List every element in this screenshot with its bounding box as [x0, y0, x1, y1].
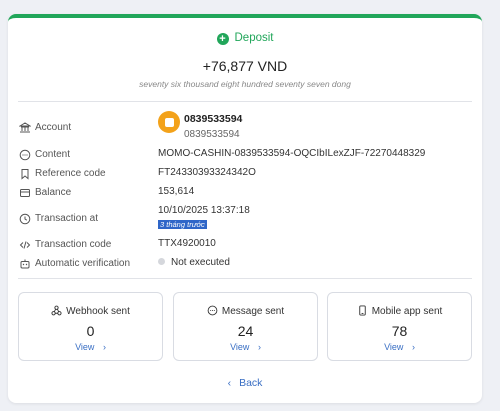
code-icon — [18, 238, 31, 251]
chat-icon — [18, 148, 31, 161]
chevron-left-icon: ‹ — [227, 377, 232, 389]
mobile-app-sent-card: Mobile app sent 78 View › — [327, 292, 472, 361]
robot-icon — [18, 257, 31, 270]
content-value: MOMO-CASHIN-0839533594-OQCIbILexZJF-7227… — [158, 148, 426, 159]
webhook-view-link[interactable]: View › — [19, 342, 162, 352]
divider — [18, 101, 472, 102]
back-label: Back — [239, 377, 263, 389]
webhook-sent-card: Webhook sent 0 View › — [18, 292, 163, 361]
chevron-right-icon: › — [257, 342, 261, 352]
row-content: Content MOMO-CASHIN-0839533594-OQCIbILex… — [18, 148, 472, 162]
deposit-amount: +76,877 VND — [202, 58, 288, 74]
transaction-at-value: 10/10/2025 13:37:18 — [158, 205, 250, 216]
message-sent-count: 24 — [237, 323, 254, 339]
balance-label: Balance — [35, 187, 72, 198]
deposit-title: Deposit — [234, 32, 274, 44]
row-transaction-code: Transaction code TTX4920010 — [18, 238, 472, 252]
transaction-at-label: Transaction at — [35, 213, 98, 224]
row-balance: Balance 153,614 — [18, 186, 472, 200]
verification-label: Automatic verification — [35, 258, 131, 269]
mobile-phone-icon — [358, 305, 366, 316]
mobile-app-view-link[interactable]: View › — [328, 342, 471, 352]
bank-icon — [18, 121, 31, 134]
message-sent-card: Message sent 24 View › — [173, 292, 318, 361]
chevron-right-icon: › — [102, 342, 106, 352]
bookmark-icon — [18, 167, 31, 180]
mobile-app-sent-count: 78 — [391, 323, 408, 339]
divider — [18, 278, 472, 279]
account-label: Account — [35, 122, 72, 133]
content-label: Content — [35, 149, 71, 160]
mobile-app-sent-title: Mobile app sent — [371, 306, 443, 317]
back-button[interactable]: ‹ Back — [8, 377, 482, 389]
clock-icon — [18, 212, 31, 225]
transaction-code-value: TTX4920010 — [158, 238, 216, 249]
reference-value: FT24330393324342O — [158, 167, 256, 178]
row-account: Account 0839533594 0839533594 — [18, 111, 472, 143]
status-dot — [158, 258, 165, 265]
deposit-card: + Deposit +76,877 VND seventy six thousan… — [8, 14, 482, 403]
message-view-link[interactable]: View › — [174, 342, 317, 352]
verification-status: Not executed — [158, 257, 230, 268]
account-name: 0839533594 — [184, 113, 243, 125]
webhook-sent-count: 0 — [86, 323, 95, 339]
bank-logo — [158, 111, 180, 133]
deposit-header: + Deposit — [8, 32, 482, 45]
reference-label: Reference code — [35, 168, 106, 179]
webhook-icon — [51, 305, 62, 316]
wallet-icon — [18, 186, 31, 199]
transaction-code-label: Transaction code — [35, 239, 112, 250]
chevron-right-icon: › — [411, 342, 415, 352]
balance-value: 153,614 — [158, 186, 195, 197]
row-reference: Reference code FT24330393324342O — [18, 167, 472, 181]
webhook-sent-title: Webhook sent — [66, 306, 130, 317]
row-transaction-at: Transaction at 10/10/2025 13:37:18 3 thá… — [18, 205, 472, 235]
plus-circle-icon: + — [216, 33, 229, 45]
message-sent-title: Message sent — [221, 306, 285, 317]
verification-value: Not executed — [171, 257, 230, 268]
row-verification: Automatic verification Not executed — [18, 257, 472, 271]
amount-in-words: seventy six thousand eight hundred seven… — [139, 79, 351, 89]
account-number: 0839533594 — [184, 129, 240, 140]
message-icon — [207, 305, 218, 316]
relative-time: 3 tháng trước — [158, 220, 207, 229]
